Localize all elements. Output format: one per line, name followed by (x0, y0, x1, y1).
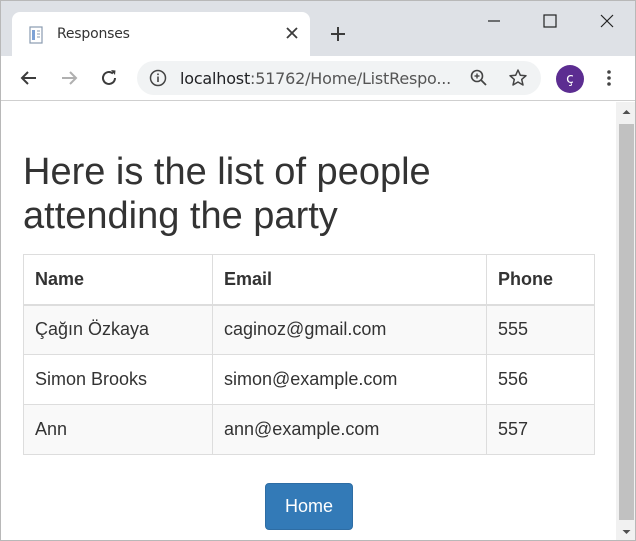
vertical-scrollbar[interactable] (616, 102, 636, 541)
url-text[interactable]: localhost:51762/Home/ListRespo... (180, 69, 451, 88)
table-row: Çağın Özkaya caginoz@gmail.com 555 (23, 304, 595, 355)
table-row: Simon Brooks simon@example.com 556 (23, 354, 595, 405)
close-icon[interactable] (282, 23, 302, 43)
browser-tab[interactable]: Responses (12, 12, 310, 56)
home-button[interactable]: Home (265, 483, 353, 530)
window-close-icon[interactable] (597, 11, 617, 31)
page-title: Here is the list of people attending the… (23, 151, 431, 237)
url-path: :51762/Home/ListRespo... (250, 69, 452, 88)
scrollbar-thumb[interactable] (619, 124, 634, 520)
cell-name: Ann (23, 404, 213, 455)
maximize-icon[interactable] (540, 11, 560, 31)
url-host: localhost (180, 69, 251, 88)
more-vertical-icon[interactable] (600, 67, 618, 89)
cell-name: Çağın Özkaya (23, 304, 213, 355)
scroll-up-arrow-icon[interactable] (616, 102, 636, 122)
column-header-name: Name (23, 254, 213, 306)
scroll-down-arrow-icon[interactable] (616, 522, 636, 541)
cell-phone: 557 (486, 404, 595, 455)
cell-name: Simon Brooks (23, 354, 213, 405)
responses-table: Name Email Phone Çağın Özkaya caginoz@gm… (23, 254, 595, 455)
cell-email: ann@example.com (212, 404, 487, 455)
document-favicon-icon (29, 26, 43, 44)
tab-strip: Responses (1, 1, 635, 56)
reload-icon[interactable] (98, 67, 120, 89)
table-header-row: Name Email Phone (23, 254, 595, 306)
profile-avatar[interactable]: ç (556, 65, 584, 93)
tab-title: Responses (57, 26, 130, 42)
address-bar[interactable]: localhost:51762/Home/ListRespo... (137, 61, 541, 95)
new-tab-plus-icon[interactable] (327, 23, 349, 45)
browser-toolbar: localhost:51762/Home/ListRespo... ç (1, 56, 635, 101)
column-header-phone: Phone (486, 254, 595, 306)
cell-phone: 556 (486, 354, 595, 405)
cell-email: caginoz@gmail.com (212, 304, 487, 355)
bookmark-star-icon[interactable] (508, 68, 528, 88)
zoom-icon[interactable] (469, 68, 489, 88)
minimize-icon[interactable] (484, 11, 504, 31)
page-viewport: Here is the list of people attending the… (1, 102, 616, 540)
forward-arrow-icon[interactable] (58, 67, 80, 89)
table-row: Ann ann@example.com 557 (23, 404, 595, 455)
cell-phone: 555 (486, 304, 595, 355)
browser-window: Responses localhost:51762/Home/ListRespo… (0, 0, 636, 541)
back-arrow-icon[interactable] (18, 67, 40, 89)
info-icon[interactable] (149, 69, 167, 87)
column-header-email: Email (212, 254, 487, 306)
cell-email: simon@example.com (212, 354, 487, 405)
